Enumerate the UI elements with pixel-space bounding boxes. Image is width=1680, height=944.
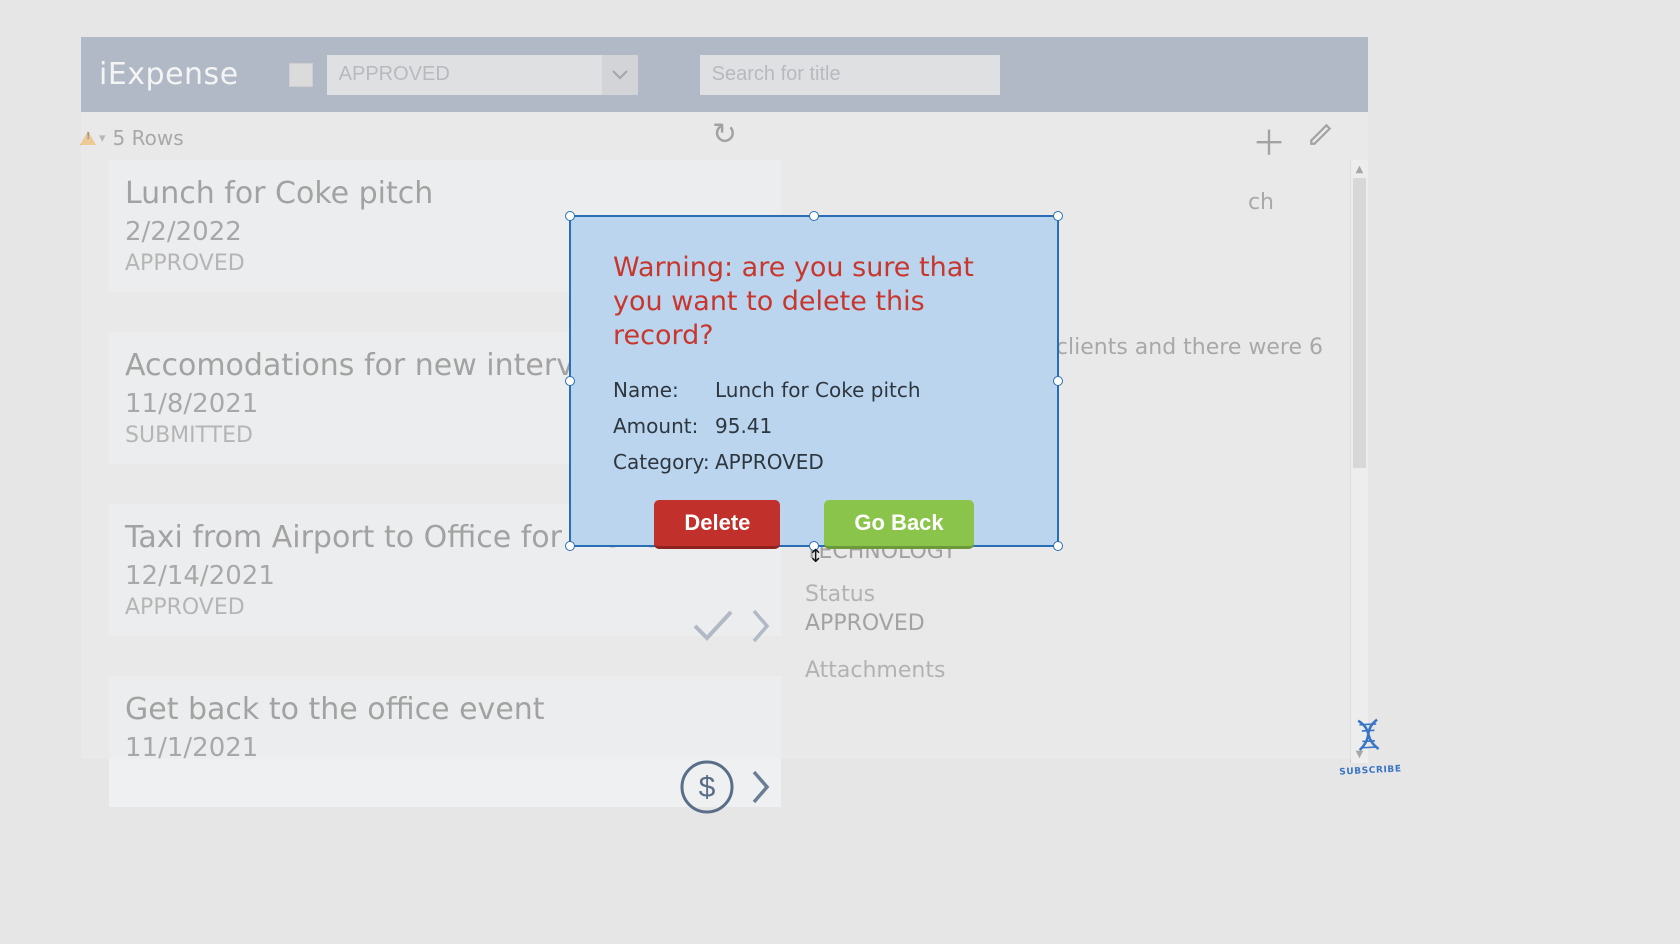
modal-title: Warning: are you sure that you want to d… [613,251,1015,352]
rows-info: ▾ 5 Rows [80,126,184,150]
subscribe-label: SUBSCRIBE [1339,764,1402,777]
selection-handle[interactable] [1053,376,1063,386]
scrollbar-thumb[interactable] [1353,178,1366,468]
item-date: 11/1/2021 [125,733,759,763]
search-input[interactable] [700,55,1000,95]
modal-amount-value: 95.41 [715,414,772,438]
item-title: Lunch for Coke pitch [125,176,759,211]
status-dropdown[interactable] [327,55,638,95]
checkmark-icon[interactable] [691,608,735,648]
selection-handle[interactable] [565,541,575,551]
svg-text:$: $ [699,771,716,804]
status-dropdown-input[interactable] [327,55,602,95]
chevron-down-icon[interactable]: ▾ [99,131,106,146]
rows-count-label: 5 Rows [113,126,184,150]
subscribe-badge[interactable]: SUBSCRIBE [1336,716,1401,777]
chevron-down-icon[interactable] [602,55,638,95]
item-date: 12/14/2021 [125,561,759,591]
add-icon[interactable]: ＋ [1252,116,1286,165]
app-window: iExpense ▾ 5 Rows ↻ ＋ Lunch for Coke pit… [81,37,1368,759]
resize-cursor-icon: ↕ [808,546,823,567]
list-item[interactable]: Get back to the office event 11/1/2021 $ [109,676,781,807]
detail-attachments-label: Attachments [805,658,1344,683]
modal-category-value: APPROVED [715,450,824,474]
chevron-right-icon[interactable] [751,769,771,809]
modal-category-label: Category: [613,450,715,474]
delete-warning-modal[interactable]: Warning: are you sure that you want to d… [569,215,1059,547]
dollar-icon[interactable]: $ [679,759,735,819]
app-title: iExpense [99,57,239,92]
chevron-right-icon[interactable] [751,608,771,648]
modal-amount-label: Amount: [613,414,715,438]
detail-title-fragment: ch [805,190,1344,215]
toolbar: ▾ 5 Rows ↻ ＋ [81,112,1368,160]
selection-handle[interactable] [809,211,819,221]
scrollbar[interactable]: ▲ ▼ [1350,160,1368,763]
detail-status-label: Status [805,582,1344,607]
delete-button[interactable]: Delete [654,500,780,549]
selection-handle[interactable] [1053,211,1063,221]
selection-handle[interactable] [1053,541,1063,551]
selection-handle[interactable] [565,376,575,386]
modal-name-label: Name: [613,378,715,402]
app-header: iExpense [81,37,1368,112]
selection-handle[interactable] [565,211,575,221]
detail-status-value: APPROVED [805,611,1344,636]
item-status: APPROVED [125,595,759,620]
dna-icon [1351,717,1385,761]
modal-name-value: Lunch for Coke pitch [715,378,921,402]
edit-icon[interactable] [1308,116,1334,165]
warning-icon [80,131,96,145]
filter-checkbox[interactable] [289,63,313,87]
go-back-button[interactable]: Go Back [824,500,973,549]
item-title: Get back to the office event [125,692,759,727]
scroll-up-icon[interactable]: ▲ [1351,160,1368,178]
refresh-icon[interactable]: ↻ [712,117,737,152]
